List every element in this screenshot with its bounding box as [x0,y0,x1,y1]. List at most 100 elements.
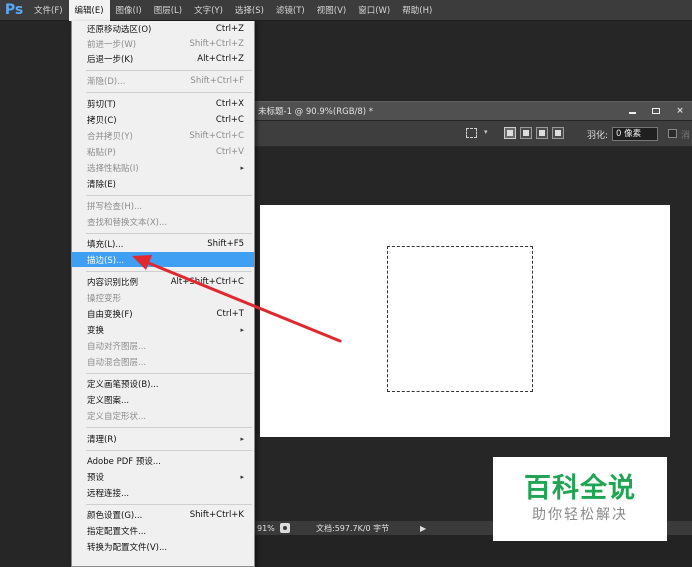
document-tab[interactable]: 未标题-1 @ 90.9%(RGB/8) * × [254,101,692,120]
menu-window[interactable]: 窗口(W) [352,0,396,21]
menu-item-label: 预设 [87,472,105,483]
add-selection-icon [523,130,529,136]
menu-item-free-transform[interactable]: 自由变换(F) Ctrl+T [72,306,254,321]
menu-item-label: 合并拷贝(Y) [87,131,133,142]
menu-layer[interactable]: 图层(L) [148,0,188,21]
menu-item-fill[interactable]: 填充(L)... Shift+F5 [72,236,254,251]
menu-item-convert-profile[interactable]: 转换为配置文件(V)... [72,539,254,554]
menu-item-paste[interactable]: 粘贴(P) Ctrl+V [72,144,254,159]
menu-item-content-aware-scale[interactable]: 内容识别比例 Alt+Shift+Ctrl+C [72,274,254,289]
options-bar: ▾ 羽化: 0 像素 消 [254,121,692,147]
minimize-icon [628,112,636,114]
menu-item-shortcut: Shift+Ctrl+C [189,130,244,141]
watermark-subtitle: 助你轻松解决 [532,507,628,523]
menu-separator [86,70,252,71]
menu-item-label: 拷贝(C) [87,115,117,126]
menu-select[interactable]: 选择(S) [229,0,270,21]
selection-marquee[interactable] [387,246,533,392]
menu-item-spell-check[interactable]: 拼写检查(H)... [72,198,254,213]
menu-separator [86,233,252,234]
menu-edit[interactable]: 编辑(E) [68,0,110,21]
feather-input[interactable]: 0 像素 [612,127,658,141]
menu-image[interactable]: 图像(I) [110,0,148,21]
menu-view[interactable]: 视图(V) [311,0,352,21]
new-selection-icon [507,130,513,136]
menu-item-puppet-warp[interactable]: 操控变形 [72,290,254,305]
menu-type[interactable]: 文字(Y) [188,0,229,21]
menu-separator [86,427,252,428]
menu-item-shortcut: Shift+Ctrl+F [190,75,244,86]
menu-item-undo[interactable]: 还原移动选区(O) Ctrl+Z [72,21,254,36]
subtract-selection-mode-button[interactable] [536,127,548,139]
close-button[interactable]: × [668,102,692,120]
menu-item-clear[interactable]: 清除(E) [72,176,254,191]
menu-help[interactable]: 帮助(H) [396,0,438,21]
edit-menu-dropdown: 还原移动选区(O) Ctrl+Z 前进一步(W) Shift+Ctrl+Z 后退一步… [71,21,255,567]
menu-item-fade[interactable]: 渐隐(D)... Shift+Ctrl+F [72,73,254,88]
menu-item-purge[interactable]: 清理(R) ▸ [72,431,254,446]
menu-item-label: 查找和替换文本(X)... [87,217,168,228]
menu-item-color-settings[interactable]: 颜色设置(G)... Shift+Ctrl+K [72,507,254,522]
menu-item-label: 自由变换(F) [87,309,133,320]
rectangular-marquee-icon[interactable] [466,128,477,138]
menu-item-label: 操控变形 [87,293,122,304]
document-size-info: 文档:597.7K/0 字节 [316,523,390,533]
menu-item-label: 拼写检查(H)... [87,201,143,212]
menu-item-shortcut: Ctrl+Z [215,23,244,34]
menu-item-define-custom-shape[interactable]: 定义自定形状... [72,408,254,423]
menu-item-paste-special[interactable]: 选择性粘贴(I) ▸ [72,160,254,175]
chevron-down-icon[interactable]: ▾ [484,128,488,136]
menu-item-step-backward[interactable]: 后退一步(K) Alt+Ctrl+Z [72,51,254,66]
menu-item-label: 内容识别比例 [87,277,139,288]
intersect-selection-mode-button[interactable] [552,127,564,139]
submenu-arrow-icon: ▸ [240,325,244,334]
menu-item-label: 定义图案... [87,395,130,406]
menu-filter[interactable]: 滤镜(T) [270,0,311,21]
menu-item-step-forward[interactable]: 前进一步(W) Shift+Ctrl+Z [72,36,254,51]
menu-item-assign-profile[interactable]: 指定配置文件... [72,523,254,538]
menu-item-copy[interactable]: 拷贝(C) Ctrl+C [72,112,254,127]
document-title: 未标题-1 @ 90.9%(RGB/8) * [258,107,374,117]
menu-item-presets[interactable]: 预设 ▸ [72,469,254,484]
menu-item-remote-connections[interactable]: 远程连接... [72,485,254,500]
menu-bar: Ps 文件(F) 编辑(E) 图像(I) 图层(L) 文字(Y) 选择(S) 滤… [0,0,692,21]
menu-item-auto-blend-layers[interactable]: 自动混合图层... [72,354,254,369]
menu-item-label: 定义自定形状... [87,411,147,422]
minimize-button[interactable] [620,102,644,120]
new-selection-mode-button[interactable] [504,127,516,139]
menu-item-label: 描边(S)... [87,255,125,266]
antialias-checkbox[interactable] [668,129,677,138]
menu-separator [86,504,252,505]
zoom-level[interactable]: 91% [254,524,280,533]
add-selection-mode-button[interactable] [520,127,532,139]
menu-item-shortcut: Alt+Ctrl+Z [197,53,244,64]
menu-item-label: 还原移动选区(O) [87,24,152,35]
menu-item-adobe-pdf-presets[interactable]: Adobe PDF 预设... [72,453,254,468]
menu-item-label: 选择性粘贴(I) [87,163,139,174]
close-icon: × [676,106,684,116]
menu-item-label: 变换 [87,325,105,336]
submenu-arrow-icon: ▸ [240,163,244,172]
status-info-icon[interactable] [280,523,290,533]
feather-label: 羽化: [587,131,609,141]
menu-item-shortcut: Alt+Shift+Ctrl+C [170,276,244,287]
menu-item-label: 填充(L)... [87,239,124,250]
antialias-label: 消 [681,131,691,141]
menu-item-shortcut: Ctrl+T [216,308,244,319]
menu-item-define-brush[interactable]: 定义画笔预设(B)... [72,376,254,391]
menu-item-auto-align-layers[interactable]: 自动对齐图层... [72,338,254,353]
menu-item-label: 后退一步(K) [87,54,134,65]
menu-item-label: 自动混合图层... [87,357,147,368]
menu-item-label: 粘贴(P) [87,147,116,158]
menu-item-copy-merged[interactable]: 合并拷贝(Y) Shift+Ctrl+C [72,128,254,143]
status-menu-arrow-icon[interactable]: ▶ [420,524,426,533]
restore-button[interactable] [644,102,668,120]
menu-file[interactable]: 文件(F) [28,0,69,21]
menu-item-find-replace[interactable]: 查找和替换文本(X)... [72,214,254,229]
menu-item-define-pattern[interactable]: 定义图案... [72,392,254,407]
menu-item-transform[interactable]: 变换 ▸ [72,322,254,337]
menu-item-cut[interactable]: 剪切(T) Ctrl+X [72,96,254,111]
menu-item-shortcut: Shift+Ctrl+K [189,509,244,520]
menu-item-label: Adobe PDF 预设... [87,456,161,467]
menu-item-stroke[interactable]: 描边(S)... [72,252,254,267]
